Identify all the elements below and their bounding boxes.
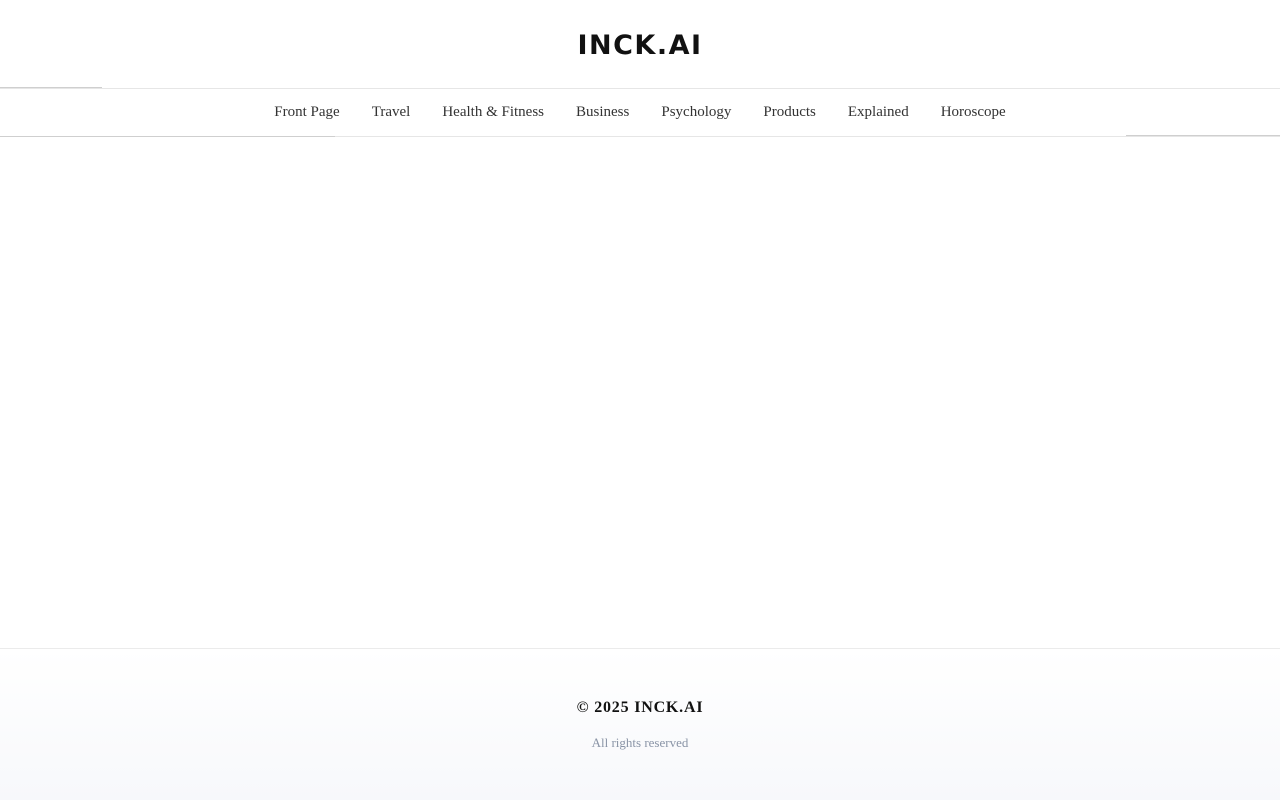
nav-list: Front Page Travel Health & Fitness Busin… (0, 89, 1280, 136)
nav-divider-line (1126, 135, 1280, 136)
footer-copyright: © 2025 INCK.AI (576, 699, 704, 716)
footer-rights-text: All rights reserved (591, 735, 689, 750)
site-header: INCK.AI (0, 0, 1280, 88)
nav-item-business[interactable]: Business (560, 89, 645, 136)
nav-item-travel[interactable]: Travel (356, 89, 427, 136)
nav-item-psychology[interactable]: Psychology (645, 89, 747, 136)
nav-item-horoscope[interactable]: Horoscope (925, 89, 1022, 136)
main-content-area (0, 137, 1280, 648)
nav-item-explained[interactable]: Explained (832, 89, 925, 136)
site-footer: © 2025 INCK.AI All rights reserved (0, 648, 1280, 800)
nav-item-front-page[interactable]: Front Page (258, 89, 355, 136)
main-navigation: Front Page Travel Health & Fitness Busin… (0, 88, 1280, 137)
nav-item-products[interactable]: Products (747, 89, 832, 136)
nav-item-health-fitness[interactable]: Health & Fitness (426, 89, 560, 136)
site-logo[interactable]: INCK.AI (577, 30, 702, 61)
